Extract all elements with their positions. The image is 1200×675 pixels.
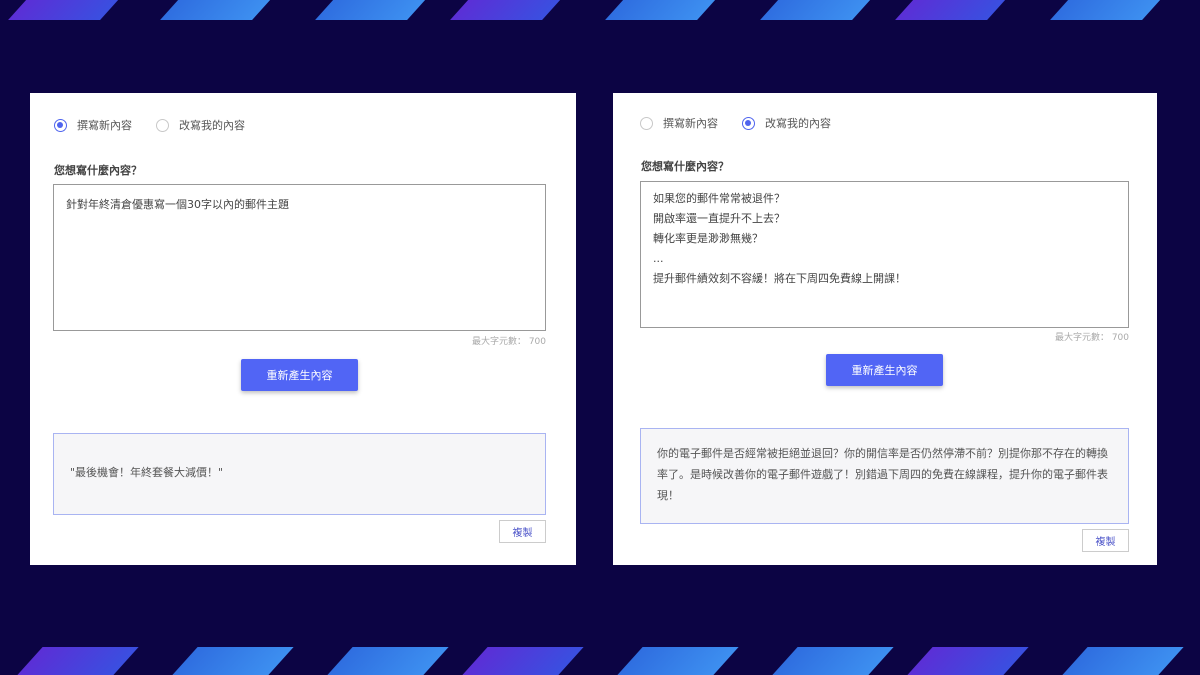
mode-radio-group: 撰寫新內容 改寫我的內容 [640,115,855,131]
option-label: 撰寫新內容 [663,117,718,130]
result-text: "最後機會！年終套餐大減價！" [70,466,224,479]
right-panel: 撰寫新內容 改寫我的內容 您想寫什麼內容？ 如果您的郵件常常被退件？ 開啟率還一… [613,93,1157,565]
copy-button[interactable]: 複製 [499,520,546,543]
copy-button[interactable]: 複製 [1082,529,1129,552]
option-write-new[interactable]: 撰寫新內容 [640,115,718,131]
result-box: "最後機會！年終套餐大減價！" [53,433,546,515]
top-stripe-7 [895,0,1007,20]
prompt-question: 您想寫什麼內容？ [54,164,142,177]
radio-button-unchecked-icon[interactable] [640,116,653,130]
top-stripe-6 [760,0,872,20]
left-panel: 撰寫新內容 改寫我的內容 您想寫什麼內容？ 針對年終清倉優惠寫一個30字以內的郵… [30,93,576,565]
bottom-stripe-1 [17,647,139,675]
result-text: 你的電子郵件是否經常被拒絕並退回？你的開信率是否仍然停滯不前？別提你那不存在的轉… [657,447,1108,502]
option-rewrite-mine[interactable]: 改寫我的內容 [742,115,831,131]
top-stripe-5 [605,0,717,20]
option-rewrite-mine[interactable]: 改寫我的內容 [156,117,245,133]
bottom-stripe-5 [617,647,739,675]
option-label: 改寫我的內容 [765,117,831,130]
prompt-question: 您想寫什麼內容？ [641,160,729,173]
bottom-stripe-8 [1062,647,1184,675]
option-write-new[interactable]: 撰寫新內容 [54,117,132,133]
result-box: 你的電子郵件是否經常被拒絕並退回？你的開信率是否仍然停滯不前？別提你那不存在的轉… [640,428,1129,524]
prompt-textarea[interactable]: 如果您的郵件常常被退件？ 開啟率還一直提升不上去？ 轉化率更是渺渺無幾？ ...… [640,181,1129,328]
top-stripe-1 [8,0,120,20]
bottom-stripe-2 [172,647,294,675]
radio-button-checked-icon[interactable] [742,116,755,130]
radio-button-unchecked-icon[interactable] [156,118,169,132]
prompt-textarea[interactable]: 針對年終清倉優惠寫一個30字以內的郵件主題 [53,184,546,331]
bottom-stripe-6 [772,647,894,675]
bottom-stripe-7 [907,647,1029,675]
bottom-stripe-4 [462,647,584,675]
option-label: 撰寫新內容 [77,119,132,132]
top-stripe-2 [160,0,272,20]
mode-radio-group: 撰寫新內容 改寫我的內容 [54,117,269,133]
top-stripe-3 [315,0,427,20]
top-stripe-4 [450,0,562,20]
max-chars-hint: 最大字元數： 700 [1054,333,1129,343]
max-chars-hint: 最大字元數： 700 [471,337,546,347]
option-label: 改寫我的內容 [179,119,245,132]
top-stripe-8 [1050,0,1162,20]
regenerate-button[interactable]: 重新產生內容 [241,359,358,391]
radio-button-checked-icon[interactable] [54,118,67,132]
regenerate-button[interactable]: 重新產生內容 [826,354,943,386]
bottom-stripe-3 [327,647,449,675]
